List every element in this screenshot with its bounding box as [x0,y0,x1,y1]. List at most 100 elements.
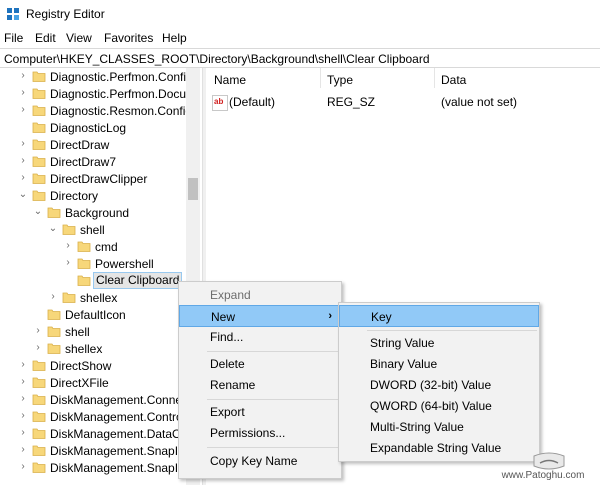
tree-item[interactable]: › DirectShow [0,357,186,374]
chevron-right-icon[interactable]: › [18,376,28,388]
menu-file[interactable]: File [4,31,23,45]
tree-item[interactable]: › shellex [0,289,186,306]
chevron-right-icon[interactable]: › [18,138,28,150]
folder-icon [77,275,91,286]
submenu-item-multi-string-value[interactable]: Multi-String Value [339,416,539,438]
menu-item-rename[interactable]: Rename [179,374,341,396]
column-name[interactable]: Name [214,73,246,87]
chevron-down-icon[interactable]: ⌄ [18,189,28,201]
tree-item[interactable]: › DirectXFile [0,374,186,391]
folder-icon [62,292,76,303]
menu-item-copy-key-name[interactable]: Copy Key Name [179,450,341,472]
tree-scrollbar-thumb[interactable] [188,178,198,200]
column-divider[interactable] [320,68,321,88]
tree-item[interactable]: › Diagnostic.Perfmon.Config [0,68,186,85]
tree-item[interactable]: ⌄ shell [0,221,186,238]
menu-separator [207,447,339,448]
tree-item-label: DiskManagement.Control [50,410,186,424]
tree-item[interactable]: › Powershell [0,255,186,272]
folder-icon [32,71,46,82]
folder-icon [32,122,46,133]
menu-item-find[interactable]: Find... [179,326,341,348]
tree-item[interactable]: DefaultIcon [0,306,186,323]
tree-item[interactable]: › DirectDraw [0,136,186,153]
column-data[interactable]: Data [441,73,466,87]
tree-item[interactable]: Clear Clipboard [0,272,186,289]
folder-icon [62,224,76,235]
chevron-right-icon[interactable]: › [48,291,58,303]
folder-icon [47,343,61,354]
menu-help[interactable]: Help [162,31,187,45]
tree-item[interactable]: › shellex [0,340,186,357]
folder-icon [32,88,46,99]
submenu-item-string-value[interactable]: String Value [339,332,539,354]
tree-item-label: Powershell [95,257,154,271]
value-row[interactable]: ab (Default) REG_SZ (value not set) [206,94,600,112]
address-bar[interactable]: Computer\HKEY_CLASSES_ROOT\Directory\Bac… [0,48,600,68]
tree-item-label: Diagnostic.Perfmon.Config [50,70,186,84]
menu-item-delete[interactable]: Delete [179,353,341,375]
tree-item-label: DirectDrawClipper [50,172,148,186]
value-data: (value not set) [441,95,518,109]
folder-icon [32,445,46,456]
menu-item-new[interactable]: New › [179,305,341,327]
chevron-right-icon[interactable]: › [63,240,73,252]
folder-icon [32,411,46,422]
chevron-right-icon[interactable]: › [18,410,28,422]
folder-icon [47,309,61,320]
patoghu-logo [533,452,565,470]
chevron-right-icon[interactable]: › [18,461,28,473]
chevron-right-icon[interactable]: › [18,70,28,82]
tree-item[interactable]: ⌄ Background [0,204,186,221]
tree-item-label: DirectXFile [50,376,109,390]
tree-item[interactable]: › DiskManagement.Connection [0,391,186,408]
tree-item[interactable]: › shell [0,323,186,340]
tree-item-label: Clear Clipboard [93,272,183,289]
menu-item-expand[interactable]: Expand [179,284,341,306]
tree-item-label: DiskManagement.SnapIn [50,461,185,475]
chevron-down-icon[interactable]: ⌄ [33,206,43,218]
column-divider[interactable] [434,68,435,88]
chevron-right-icon[interactable]: › [18,359,28,371]
menu-view[interactable]: View [66,31,92,45]
chevron-right-icon[interactable]: › [18,87,28,99]
menu-favorites[interactable]: Favorites [104,31,153,45]
tree-item[interactable]: › DiskManagement.SnapIn [0,459,186,476]
menu-separator [207,399,339,400]
title-bar: Registry Editor [0,0,600,28]
submenu-item-binary-value[interactable]: Binary Value [339,353,539,375]
tree-item-label: shellex [80,291,118,305]
tree-item[interactable]: › Diagnostic.Resmon.Config [0,102,186,119]
tree-item[interactable]: › cmd [0,238,186,255]
chevron-right-icon[interactable]: › [18,393,28,405]
chevron-right-icon[interactable]: › [33,342,43,354]
chevron-right-icon[interactable]: › [18,444,28,456]
tree-item-label: Diagnostic.Perfmon.Document [50,87,186,101]
menu-item-export[interactable]: Export [179,401,341,423]
tree-item[interactable]: › DiskManagement.DataObject [0,425,186,442]
menu-item-permissions[interactable]: Permissions... [179,422,341,444]
folder-icon [32,156,46,167]
tree-item[interactable]: › DiskManagement.SnapIn [0,442,186,459]
new-submenu: Key String Value Binary Value DWORD (32-… [338,302,540,462]
folder-icon [77,258,91,269]
chevron-right-icon[interactable]: › [33,325,43,337]
tree-item[interactable]: › DirectDraw7 [0,153,186,170]
tree-item[interactable]: › DiskManagement.Control [0,408,186,425]
submenu-item-qword-value[interactable]: QWORD (64-bit) Value [339,395,539,417]
chevron-right-icon[interactable]: › [18,172,28,184]
column-type[interactable]: Type [327,73,353,87]
submenu-item-key[interactable]: Key [339,305,539,327]
chevron-right-icon[interactable]: › [63,257,73,269]
chevron-down-icon[interactable]: ⌄ [48,223,58,235]
chevron-right-icon[interactable]: › [18,104,28,116]
submenu-item-dword-value[interactable]: DWORD (32-bit) Value [339,374,539,396]
tree-item[interactable]: DiagnosticLog [0,119,186,136]
chevron-right-icon[interactable]: › [18,427,28,439]
tree-item[interactable]: ⌄ Directory [0,187,186,204]
address-path[interactable]: Computer\HKEY_CLASSES_ROOT\Directory\Bac… [4,52,430,66]
chevron-right-icon[interactable]: › [18,155,28,167]
menu-edit[interactable]: Edit [35,31,56,45]
tree-item[interactable]: › Diagnostic.Perfmon.Document [0,85,186,102]
tree-item[interactable]: › DirectDrawClipper [0,170,186,187]
